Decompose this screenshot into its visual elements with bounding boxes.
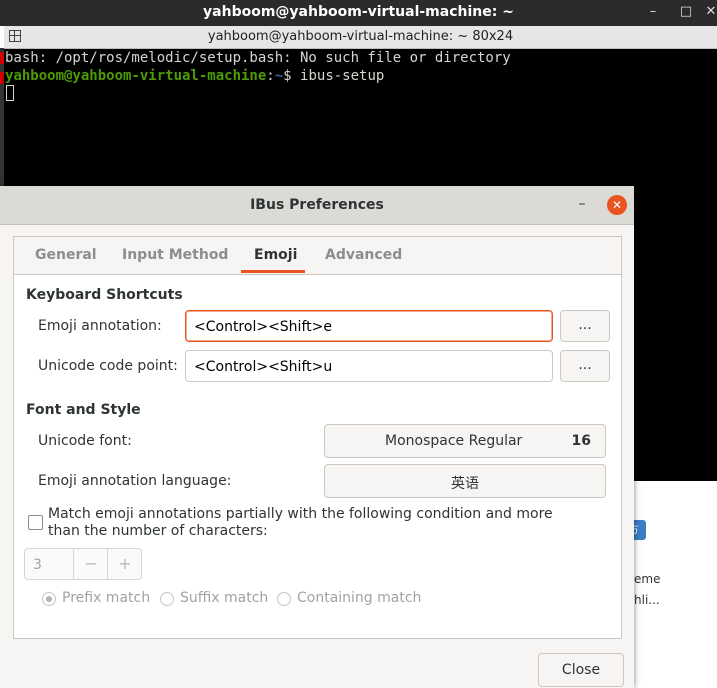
tab-emoji[interactable]: Emoji bbox=[254, 247, 297, 263]
terminal-tab-bar: yahboom@yahboom-virtual-machine: ~ 80x24 bbox=[4, 26, 717, 49]
background-text: eme bbox=[634, 572, 661, 586]
unicode-font-size: 16 bbox=[571, 433, 591, 449]
terminal-window-title: yahboom@yahboom-virtual-machine: ~ bbox=[203, 4, 514, 20]
terminal-titlebar[interactable]: yahboom@yahboom-virtual-machine: ~ – □ ✕ bbox=[0, 0, 717, 26]
containing-match-label[interactable]: Containing match bbox=[297, 590, 421, 606]
emoji-annotation-shortcut-field[interactable]: <Control><Shift>e bbox=[185, 310, 553, 342]
terminal-tab-title: yahboom@yahboom-virtual-machine: ~ 80x24 bbox=[207, 29, 514, 44]
unicode-code-point-label: Unicode code point: bbox=[38, 358, 178, 374]
unicode-font-label: Unicode font: bbox=[38, 433, 132, 449]
dialog-minimize-button[interactable]: – bbox=[574, 194, 590, 214]
tab-input-method[interactable]: Input Method bbox=[122, 247, 228, 263]
suffix-match-radio[interactable] bbox=[160, 592, 174, 606]
character-count-spinner[interactable]: 3 − + bbox=[24, 548, 142, 580]
dialog-close-icon[interactable]: ✕ bbox=[607, 195, 627, 215]
tab-advanced[interactable]: Advanced bbox=[325, 247, 402, 263]
spinner-value[interactable]: 3 bbox=[33, 557, 42, 573]
prompt-symbol: $ bbox=[283, 68, 301, 84]
unicode-font-button[interactable]: Monospace Regular 16 bbox=[324, 424, 606, 458]
dialog-header[interactable]: IBus Preferences – ✕ bbox=[0, 186, 634, 225]
close-window-button[interactable]: ✕ bbox=[700, 2, 717, 22]
terminal-cursor bbox=[6, 85, 14, 101]
dialog-title: IBus Preferences bbox=[250, 197, 384, 213]
prompt-path: ~ bbox=[274, 68, 284, 84]
unicode-code-point-shortcut-field[interactable]: <Control><Shift>u bbox=[185, 350, 553, 382]
partial-match-label[interactable]: Match emoji annotations partially with t… bbox=[48, 506, 578, 540]
prefix-match-label[interactable]: Prefix match bbox=[62, 590, 150, 606]
annotation-language-value: 英语 bbox=[451, 476, 479, 492]
emoji-annotation-label: Emoji annotation: bbox=[38, 318, 162, 334]
prompt-separator: : bbox=[266, 68, 275, 84]
annotation-language-button[interactable]: 英语 bbox=[324, 464, 606, 498]
keyboard-shortcuts-heading: Keyboard Shortcuts bbox=[26, 287, 183, 303]
tab-general[interactable]: General bbox=[35, 247, 97, 263]
containing-match-radio[interactable] bbox=[277, 592, 291, 606]
maximize-window-button[interactable]: □ bbox=[675, 2, 697, 22]
active-tab-indicator bbox=[241, 270, 305, 273]
suffix-match-label[interactable]: Suffix match bbox=[180, 590, 268, 606]
close-button[interactable]: Close bbox=[538, 653, 624, 687]
prompt-user-host: yahboom@yahboom-virtual-machine bbox=[5, 68, 267, 84]
emoji-annotation-edit-button[interactable]: ... bbox=[560, 310, 610, 342]
unicode-code-point-edit-button[interactable]: ... bbox=[560, 350, 610, 382]
decrement-button[interactable]: − bbox=[73, 549, 108, 579]
tab-bar: General Input Method Emoji Advanced bbox=[14, 237, 621, 275]
unicode-font-name: Monospace Regular bbox=[385, 433, 523, 449]
increment-button[interactable]: + bbox=[107, 549, 142, 579]
ibus-preferences-dialog: IBus Preferences – ✕ General Input Metho… bbox=[0, 186, 634, 688]
annotation-language-label: Emoji annotation language: bbox=[38, 473, 232, 489]
terminal-error-line: bash: /opt/ros/melodic/setup.bash: No su… bbox=[5, 50, 511, 66]
terminal-prompt-line: yahboom@yahboom-virtual-machine:~$ ibus-… bbox=[5, 67, 384, 85]
minimize-window-button[interactable]: – bbox=[642, 2, 664, 22]
prefix-match-radio[interactable] bbox=[42, 592, 56, 606]
font-and-style-heading: Font and Style bbox=[26, 402, 141, 418]
background-text: hli... bbox=[634, 593, 660, 607]
terminal-command: ibus-setup bbox=[300, 68, 385, 84]
partial-match-checkbox[interactable] bbox=[28, 515, 43, 530]
